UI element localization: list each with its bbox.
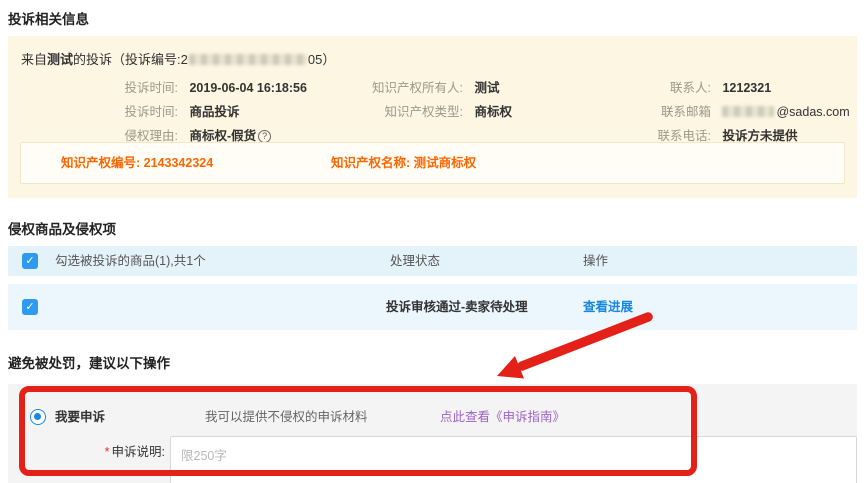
- appeal-radio-label: 我要申诉: [55, 407, 105, 427]
- info-column-right: 联系人: 1212321 联系邮箱 @sadas.com 联系电话: 投诉方未提…: [553, 76, 850, 148]
- ip-info-box: 知识产权编号: 2143342324 知识产权名称: 测试商标权: [20, 142, 845, 184]
- section-title-complaint-info: 投诉相关信息: [8, 8, 89, 28]
- appeal-guide-link[interactable]: 点此查看《申诉指南》: [440, 407, 565, 427]
- field-label: 联系邮箱: [553, 100, 711, 124]
- field-value: 投诉方未提供: [722, 129, 797, 143]
- ip-number: 知识产权编号: 2143342324: [61, 143, 213, 183]
- section-title-suggested-actions: 避免被处罚，建议以下操作: [8, 352, 170, 372]
- product-checkbox[interactable]: ✓: [22, 299, 38, 315]
- view-progress-link[interactable]: 查看进展: [583, 284, 633, 330]
- product-row: ✓ 投诉审核通过-卖家待处理 查看进展: [8, 284, 857, 330]
- ip-name: 知识产权名称: 测试商标权: [331, 143, 476, 183]
- info-field: 知识产权所有人: 测试: [293, 76, 512, 100]
- required-mark: *: [105, 445, 110, 459]
- field-value: 商标权-假货?: [189, 129, 271, 143]
- radio-dot-icon: [34, 413, 41, 420]
- field-label: 投诉时间:: [13, 76, 178, 100]
- complaint-source-line: 来自测试的投诉（投诉编号:2 05）: [21, 49, 335, 68]
- field-label: 投诉时间:: [13, 100, 178, 124]
- field-label: 联系人:: [553, 76, 711, 100]
- field-value: @sadas.com: [722, 105, 849, 119]
- redacted-email-prefix: [722, 106, 774, 117]
- info-field: 投诉时间: 2019-06-04 16:18:56: [13, 76, 307, 100]
- appeal-form-label: *申诉说明:: [8, 442, 165, 462]
- redacted-complaint-number: [189, 54, 307, 65]
- appeal-radio[interactable]: [30, 409, 46, 425]
- field-label: 知识产权类型:: [293, 100, 463, 124]
- source-prefix: 来自: [21, 52, 47, 67]
- column-header-action: 操作: [583, 246, 608, 276]
- source-suffix: 05）: [308, 52, 335, 67]
- status-badge: 投诉审核通过-卖家待处理: [386, 284, 528, 330]
- select-products-label: 勾选被投诉的商品(1),共1个: [55, 246, 206, 276]
- complaint-detail-page: 投诉相关信息 来自测试的投诉（投诉编号:205） 投诉时间: 2019-06-0…: [0, 0, 866, 483]
- check-icon: ✓: [25, 255, 34, 267]
- source-name: 测试: [47, 52, 73, 67]
- info-field: 知识产权类型: 商标权: [293, 100, 512, 124]
- appeal-option-row: 我要申诉 我可以提供不侵权的申诉材料 点此查看《申诉指南》: [8, 407, 857, 427]
- field-value: 商品投诉: [189, 105, 239, 119]
- column-header-status: 处理状态: [390, 246, 440, 276]
- field-value: 1212321: [722, 81, 771, 95]
- field-value: 2019-06-04 16:18:56: [189, 81, 306, 95]
- source-mid: 的投诉（投诉编号:2: [73, 52, 188, 67]
- section-title-infringing-goods: 侵权商品及侵权项: [8, 218, 116, 238]
- field-value: 测试: [474, 81, 499, 95]
- check-icon: ✓: [25, 301, 34, 313]
- info-field: 联系邮箱 @sadas.com: [553, 100, 850, 124]
- select-all-checkbox[interactable]: ✓: [22, 253, 38, 269]
- info-column-middle: 知识产权所有人: 测试 知识产权类型: 商标权: [293, 76, 512, 124]
- info-column-left: 投诉时间: 2019-06-04 16:18:56 投诉时间: 商品投诉 侵权理…: [13, 76, 307, 148]
- info-field: 联系人: 1212321: [553, 76, 850, 100]
- complaint-info-panel: 来自测试的投诉（投诉编号:205） 投诉时间: 2019-06-04 16:18…: [8, 36, 857, 198]
- products-table-header: ✓ 勾选被投诉的商品(1),共1个 处理状态 操作: [8, 246, 857, 276]
- info-field: 投诉时间: 商品投诉: [13, 100, 307, 124]
- appeal-description-text: 我可以提供不侵权的申诉材料: [205, 407, 368, 427]
- field-label: 知识产权所有人:: [293, 76, 463, 100]
- field-value: 商标权: [474, 105, 512, 119]
- appeal-description-textarea[interactable]: [170, 436, 857, 483]
- appeal-panel: 我要申诉 我可以提供不侵权的申诉材料 点此查看《申诉指南》 *申诉说明:: [8, 384, 857, 483]
